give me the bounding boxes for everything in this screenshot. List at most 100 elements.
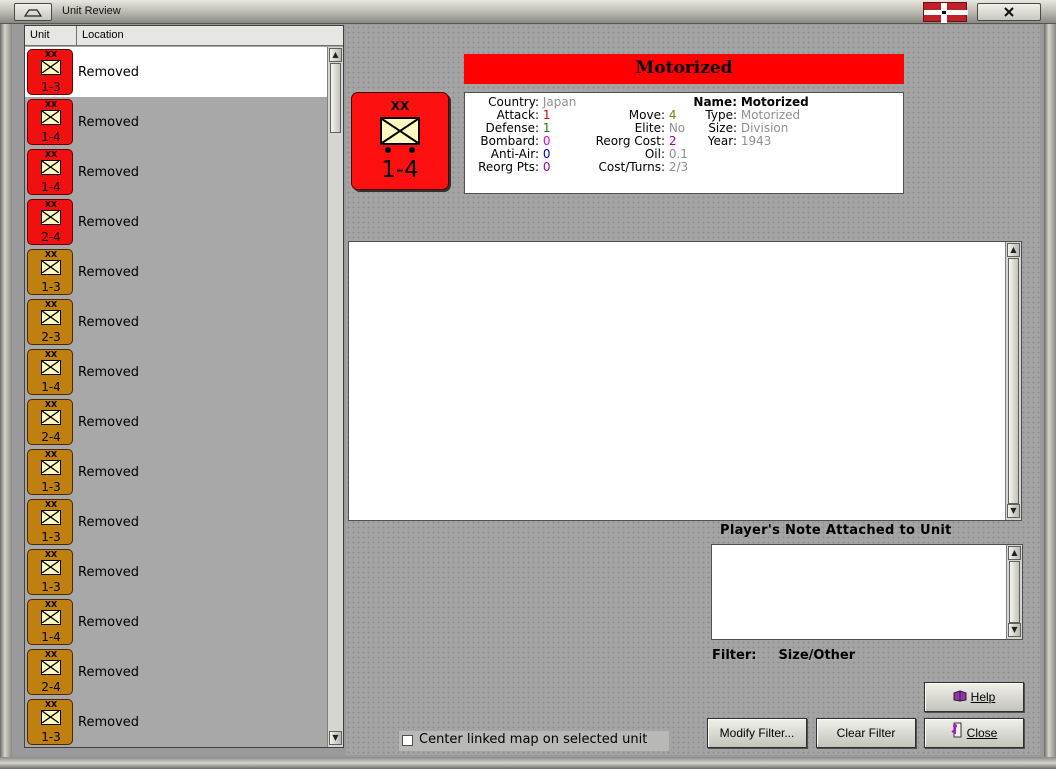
- unit-counter: XX 1-3: [27, 49, 73, 95]
- unit-size-symbol: XX: [44, 150, 58, 159]
- unit-name-banner: Motorized: [464, 54, 904, 84]
- unit-list-row[interactable]: XX 1-3 Removed: [25, 547, 327, 597]
- filter-value: Size/Other: [778, 648, 856, 663]
- unit-list-row[interactable]: XX 1-4 Removed: [25, 347, 327, 397]
- minimize-button[interactable]: [14, 3, 52, 21]
- unit-counter: XX 1-3: [27, 549, 73, 595]
- unit-list-row[interactable]: XX 1-4 Removed: [25, 97, 327, 147]
- player-note-title: Player's Note Attached to Unit: [720, 523, 952, 538]
- unit-list-row[interactable]: XX 2-4 Removed: [25, 197, 327, 247]
- motorized-infantry-icon: [41, 110, 61, 125]
- unit-counter: XX 1-3: [27, 699, 73, 745]
- unit-location: Removed: [78, 165, 140, 180]
- motorized-infantry-icon: [41, 510, 61, 525]
- close-window-button[interactable]: [977, 3, 1041, 21]
- unit-rows: XX 1-3 Removed XX 1-4 Removed XX 1-4 Removed XX 2-…: [25, 47, 327, 747]
- unit-strength: 1-4: [381, 157, 419, 183]
- help-button[interactable]: Help: [924, 682, 1024, 712]
- motorized-infantry-icon: [41, 410, 61, 425]
- window-frame-bottom: [0, 757, 1056, 769]
- unit-size-symbol: XX: [44, 600, 58, 609]
- player-note-textarea[interactable]: ▲ ▼: [711, 544, 1023, 640]
- scroll-down-arrow-icon[interactable]: ▼: [329, 731, 342, 745]
- unit-counter: XX 1-3: [27, 499, 73, 545]
- scroll-up-arrow-icon[interactable]: ▲: [1007, 243, 1020, 257]
- column-header-unit[interactable]: Unit: [25, 26, 77, 45]
- unit-size-symbol: XX: [44, 200, 58, 209]
- scroll-thumb[interactable]: [330, 63, 341, 133]
- unit-counter: XX 1-4: [27, 599, 73, 645]
- list-scrollbar[interactable]: ▲ ▼: [327, 47, 343, 747]
- unit-size-symbol: XX: [44, 700, 58, 709]
- motorized-infantry-icon: [41, 60, 61, 75]
- motorized-infantry-icon: [41, 260, 61, 275]
- unit-strength: 1-3: [41, 580, 61, 594]
- unit-location: Removed: [78, 365, 140, 380]
- help-book-icon: [953, 684, 967, 712]
- unit-list-row[interactable]: XX 1-3 Removed: [25, 497, 327, 547]
- column-header-location[interactable]: Location: [77, 26, 343, 45]
- unit-strength: 1-3: [41, 80, 61, 94]
- unit-strength: 1-3: [41, 280, 61, 294]
- title-bar: Unit Review: [0, 0, 1056, 24]
- unit-size-symbol: XX: [390, 99, 410, 113]
- unit-size-symbol: XX: [44, 400, 58, 409]
- close-button[interactable]: Close: [924, 718, 1024, 748]
- unit-stats-panel: Country: Japan Attack: 1 Defense: 1 Bomb…: [464, 92, 904, 194]
- note-scrollbar[interactable]: ▲ ▼: [1006, 545, 1022, 639]
- nation-flag-icon: [923, 2, 968, 23]
- unit-location: Removed: [78, 515, 140, 530]
- unit-strength: 1-4: [41, 180, 61, 194]
- scroll-up-arrow-icon[interactable]: ▲: [1008, 546, 1021, 560]
- unit-location: Removed: [78, 215, 140, 230]
- unit-counter: XX 1-4: [27, 99, 73, 145]
- unit-strength: 1-4: [41, 380, 61, 394]
- unit-counter: XX 2-4: [27, 649, 73, 695]
- unit-description-box[interactable]: ▲ ▼: [348, 241, 1022, 521]
- scroll-down-arrow-icon[interactable]: ▼: [1007, 504, 1020, 518]
- motorized-infantry-icon: [41, 610, 61, 625]
- clear-filter-button[interactable]: Clear Filter: [816, 718, 916, 748]
- motorized-infantry-icon: [41, 560, 61, 575]
- unit-counter: XX 2-4: [27, 199, 73, 245]
- unit-counter: XX 1-4: [27, 349, 73, 395]
- unit-list-row[interactable]: XX 1-3 Removed: [25, 697, 327, 747]
- unit-location: Removed: [78, 315, 140, 330]
- description-scrollbar[interactable]: ▲ ▼: [1005, 242, 1021, 520]
- modify-filter-button[interactable]: Modify Filter...: [707, 718, 807, 748]
- unit-list-row[interactable]: XX 1-3 Removed: [25, 447, 327, 497]
- window-frame-left: [0, 24, 12, 769]
- unit-list-row[interactable]: XX 1-3 Removed: [25, 247, 327, 297]
- scroll-thumb[interactable]: [1008, 258, 1019, 504]
- unit-strength: 1-3: [41, 480, 61, 494]
- window-title: Unit Review: [62, 5, 121, 17]
- list-header: Unit Location: [25, 26, 343, 46]
- unit-strength: 2-3: [41, 330, 61, 344]
- unit-strength: 1-3: [41, 730, 61, 744]
- center-map-checkbox[interactable]: [402, 735, 413, 746]
- unit-location: Removed: [78, 565, 140, 580]
- unit-strength: 2-4: [41, 430, 61, 444]
- unit-list-row[interactable]: XX 2-3 Removed: [25, 297, 327, 347]
- unit-list-row[interactable]: XX 2-4 Removed: [25, 397, 327, 447]
- unit-location: Removed: [78, 265, 140, 280]
- unit-list-row[interactable]: XX 2-4 Removed: [25, 647, 327, 697]
- motorized-infantry-icon: [41, 210, 61, 225]
- unit-size-symbol: XX: [44, 350, 58, 359]
- unit-list: Unit Location XX 1-3 Removed XX 1-4 Removed XX…: [24, 25, 344, 748]
- unit-location: Removed: [78, 115, 140, 130]
- scroll-thumb[interactable]: [1009, 561, 1020, 623]
- motorized-infantry-icon: [380, 117, 420, 145]
- unit-list-row[interactable]: XX 1-4 Removed: [25, 597, 327, 647]
- unit-counter: XX 1-4: [27, 149, 73, 195]
- unit-list-row[interactable]: XX 1-3 Removed: [25, 47, 327, 97]
- scroll-down-arrow-icon[interactable]: ▼: [1008, 623, 1021, 637]
- unit-strength: 2-4: [41, 680, 61, 694]
- modify-filter-label: Modify Filter...: [719, 726, 795, 740]
- unit-list-row[interactable]: XX 1-4 Removed: [25, 147, 327, 197]
- center-map-option[interactable]: Center linked map on selected unit: [399, 731, 669, 751]
- stat-reorg-pts: Reorg Pts: 0: [478, 160, 551, 174]
- scroll-up-arrow-icon[interactable]: ▲: [329, 48, 342, 62]
- unit-strength: 1-3: [41, 530, 61, 544]
- unit-counter: XX 1-3: [27, 249, 73, 295]
